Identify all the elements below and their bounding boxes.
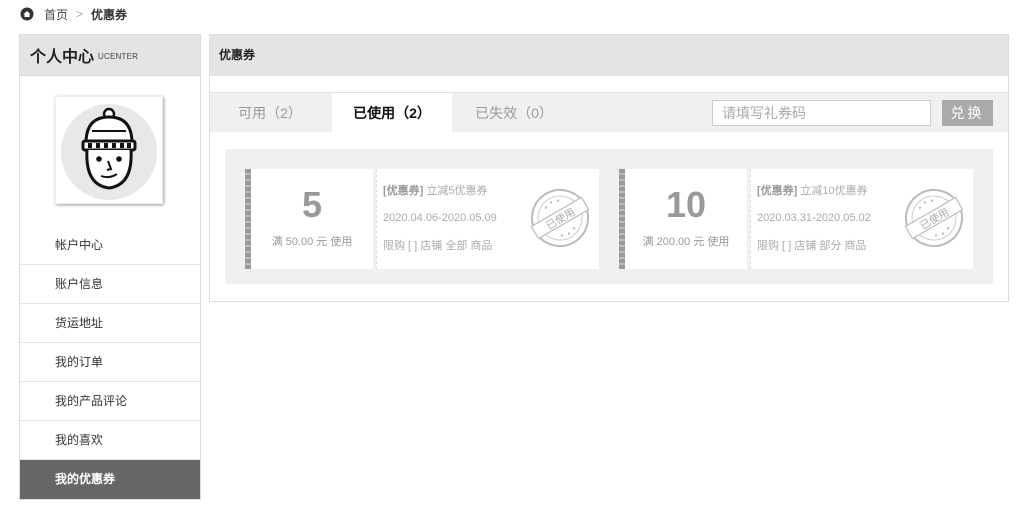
tab-available[interactable]: 可用（2） [210,93,330,133]
coupon-code-input[interactable] [712,100,931,126]
coupon-detail-section: [优惠券] 立减5优惠券 2020.04.06-2020.05.09 限购 [ … [376,169,599,269]
used-stamp-icon: 已使用 [530,189,590,247]
sidebar-item-my-orders[interactable]: 我的订单 [20,343,200,382]
sidebar-title: 个人中心 [30,49,95,66]
coupon-condition: 满 50.00 元 使用 [271,236,353,248]
coupon-tabs: 可用（2） 已使用（2） 已失效（0） 兑换 [210,92,1008,133]
sidebar-item-account-info[interactable]: 账户信息 [20,265,200,304]
coupon-amount: 5 [301,184,323,225]
used-stamp-icon: 已使用 [904,189,964,247]
redeem-button[interactable]: 兑换 [942,100,993,126]
coupon-value-section: 5 满 50.00 元 使用 [245,169,373,269]
page-title: 优惠券 [210,35,1008,76]
coupon-panel: 优惠券 可用（2） 已使用（2） 已失效（0） 兑换 5 满 50.00 元 使… [209,34,1009,302]
sidebar-menu: 帐户中心 账户信息 货运地址 我的订单 我的产品评论 我的喜欢 我的优惠券 [20,226,200,499]
sidebar-item-favorites[interactable]: 我的喜欢 [20,421,200,460]
breadcrumb: 首页 > 优惠券 [20,6,127,22]
coupon-value-section: 10 满 200.00 元 使用 [619,169,747,269]
coupon-list: 5 满 50.00 元 使用 [优惠券] 立减5优惠券 2020.04.06-2… [225,149,993,284]
coupon-tag: [优惠券] [383,185,424,197]
sidebar-item-shipping-address[interactable]: 货运地址 [20,304,200,343]
avatar-icon [61,104,157,200]
home-icon[interactable] [20,7,34,21]
coupon-condition: 满 200.00 元 使用 [642,236,730,248]
coupon-card: 10 满 200.00 元 使用 [优惠券] 立减10优惠券 2020.03.3… [619,169,973,269]
sidebar-header: 个人中心 UCENTER [20,35,200,76]
sidebar: 个人中心 UCENTER 帐户中心 账户信息 货运地址 我的订单 我的产品评论 … [19,34,201,500]
sidebar-item-my-coupons[interactable]: 我的优惠券 [20,460,200,499]
coupon-detail-section: [优惠券] 立减10优惠券 2020.03.31-2020.05.02 限购 [… [750,169,973,269]
coupon-tag: [优惠券] [757,185,798,197]
avatar[interactable] [55,96,163,204]
tab-used[interactable]: 已使用（2） [332,93,452,133]
coupon-name: 立减5优惠券 [426,185,488,197]
breadcrumb-current: 优惠券 [91,7,128,22]
coupon-amount: 10 [665,184,707,225]
breadcrumb-separator: > [76,7,84,21]
coupon-card: 5 满 50.00 元 使用 [优惠券] 立减5优惠券 2020.04.06-2… [245,169,599,269]
sidebar-title-en: UCENTER [98,52,139,61]
breadcrumb-home-link[interactable]: 首页 [44,6,68,23]
coupon-name: 立减10优惠券 [800,185,868,197]
tab-expired[interactable]: 已失效（0） [454,93,574,133]
sidebar-item-account-center[interactable]: 帐户中心 [20,226,200,265]
sidebar-item-product-reviews[interactable]: 我的产品评论 [20,382,200,421]
